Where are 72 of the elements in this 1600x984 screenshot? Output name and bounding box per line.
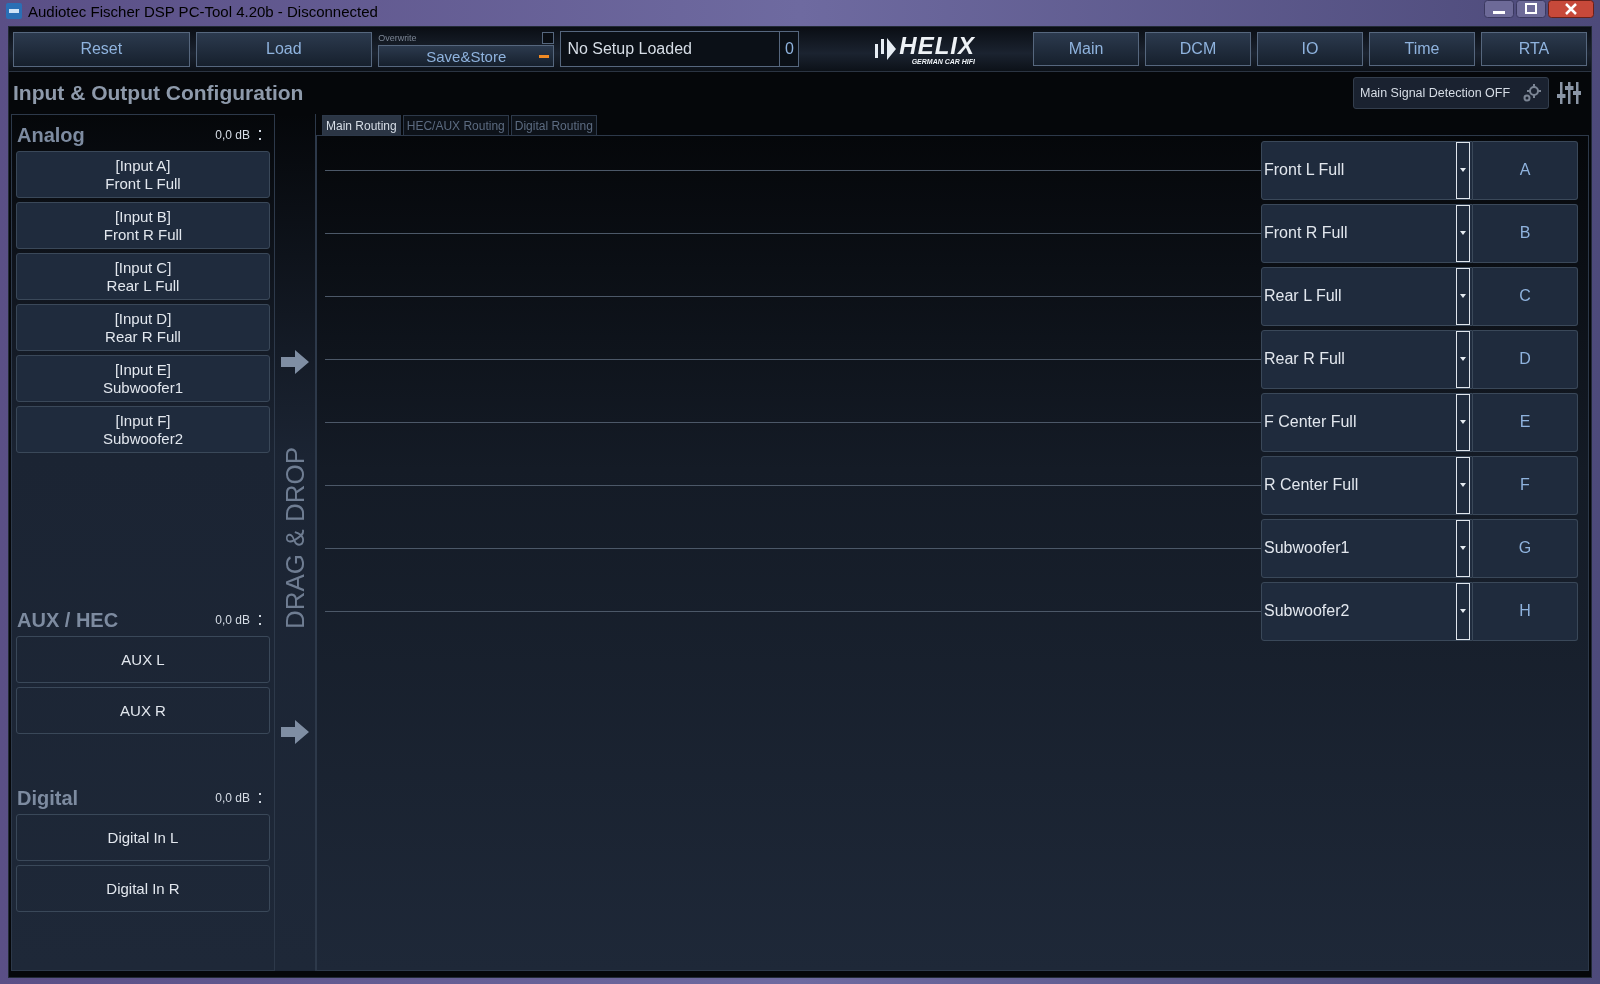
- routing-tab[interactable]: Main Routing: [322, 115, 401, 135]
- input-button[interactable]: Digital In L: [16, 814, 270, 861]
- channel-label: H: [1473, 581, 1578, 641]
- toolbar-button[interactable]: Reset: [13, 31, 190, 67]
- input-button[interactable]: AUX R: [16, 687, 270, 734]
- page-heading: Input & Output Configuration: [13, 81, 304, 105]
- group-title: Analog: [17, 123, 86, 147]
- gain-value: 0,0 dB: [215, 791, 250, 805]
- drag-drop-hint: DRAG & DROP: [279, 447, 311, 629]
- arrow-right-icon: [281, 350, 309, 374]
- channel-label: F: [1473, 455, 1578, 515]
- source-dropdown[interactable]: Rear L Full: [1261, 266, 1473, 326]
- setup-count: 0: [779, 32, 799, 66]
- caret-icon: [1460, 546, 1466, 550]
- channel-label: E: [1473, 392, 1578, 452]
- window-title: Audiotec Fischer DSP PC-Tool 4.20b - Disconnected: [28, 2, 378, 20]
- group-title: AUX / HEC: [17, 608, 120, 632]
- close-icon[interactable]: [1548, 0, 1594, 18]
- save-store-button[interactable]: Save&Store: [378, 45, 555, 67]
- caret-icon: [1460, 294, 1466, 298]
- caret-icon: [1460, 609, 1466, 613]
- nav-tab[interactable]: IO: [1257, 32, 1363, 66]
- channel-label: D: [1473, 329, 1578, 389]
- input-button[interactable]: [Input F] Subwoofer2: [16, 406, 270, 453]
- routing-tab[interactable]: HEC/AUX Routing: [402, 115, 509, 135]
- source-dropdown[interactable]: Subwoofer1: [1261, 518, 1473, 578]
- spinner-icon[interactable]: [258, 129, 262, 141]
- nav-tab[interactable]: Main: [1033, 32, 1139, 66]
- source-dropdown[interactable]: Rear R Full: [1261, 329, 1473, 389]
- maximize-icon[interactable]: [1516, 0, 1546, 18]
- arrow-right-icon: [281, 720, 309, 744]
- channel-label: G: [1473, 518, 1578, 578]
- toolbar-button[interactable]: Load: [195, 31, 373, 67]
- gain-value: 0,0 dB: [215, 613, 250, 627]
- logo-brand: HELIX: [899, 33, 976, 58]
- overwrite-checkbox[interactable]: [542, 32, 555, 44]
- caret-icon: [1460, 483, 1466, 487]
- source-dropdown[interactable]: R Center Full: [1261, 455, 1473, 515]
- input-button[interactable]: [Input B] Front R Full: [16, 202, 270, 249]
- source-dropdown[interactable]: F Center Full: [1261, 392, 1473, 452]
- nav-tab[interactable]: RTA: [1481, 32, 1587, 66]
- channel-label: C: [1473, 266, 1578, 326]
- caret-icon: [1460, 420, 1466, 424]
- setup-name: No Setup Loaded: [566, 39, 693, 59]
- nav-tab[interactable]: DCM: [1145, 32, 1251, 66]
- input-button[interactable]: [Input C] Rear L Full: [16, 253, 270, 300]
- input-button[interactable]: [Input E] Subwoofer1: [16, 355, 270, 402]
- caret-icon: [1460, 168, 1466, 172]
- overwrite-label: Overwrite: [378, 33, 417, 43]
- minimize-icon[interactable]: [1484, 0, 1514, 18]
- signal-detection-button[interactable]: Main Signal Detection OFF: [1353, 77, 1549, 109]
- app-icon: [6, 3, 22, 19]
- equalizer-icon[interactable]: [1557, 80, 1581, 106]
- input-button[interactable]: Digital In R: [16, 865, 270, 912]
- nav-tab[interactable]: Time: [1369, 32, 1475, 66]
- spinner-icon[interactable]: [258, 792, 262, 804]
- input-button[interactable]: AUX L: [16, 636, 270, 683]
- source-dropdown[interactable]: Subwoofer2: [1261, 581, 1473, 641]
- source-dropdown[interactable]: Front L Full: [1261, 140, 1473, 200]
- gear-icon: [1522, 83, 1542, 103]
- gain-value: 0,0 dB: [215, 128, 250, 142]
- input-button[interactable]: [Input A] Front L Full: [16, 151, 270, 198]
- caret-icon: [1460, 231, 1466, 235]
- routing-tab[interactable]: Digital Routing: [510, 115, 597, 135]
- source-dropdown[interactable]: Front R Full: [1261, 203, 1473, 263]
- caret-icon: [1460, 357, 1466, 361]
- logo-mark-icon: [873, 36, 898, 62]
- input-button[interactable]: [Input D] Rear R Full: [16, 304, 270, 351]
- channel-label: A: [1473, 140, 1578, 200]
- group-title: Digital: [17, 786, 80, 810]
- channel-label: B: [1473, 203, 1578, 263]
- spinner-icon[interactable]: [258, 614, 262, 626]
